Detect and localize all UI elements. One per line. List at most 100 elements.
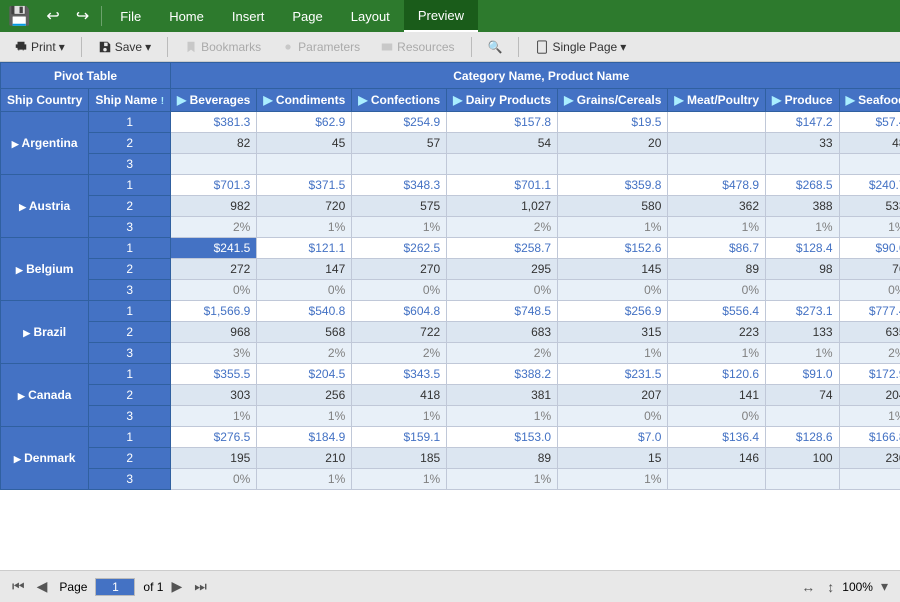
dairy-cell: 381 — [447, 385, 558, 406]
row-num-cell: 2 — [89, 259, 171, 280]
dairy-header: ▶ Dairy Products — [447, 89, 558, 112]
country-cell[interactable]: ▶ Canada — [1, 364, 89, 427]
produce-cell — [766, 280, 840, 301]
condiments-cell: 45 — [257, 133, 352, 154]
menu-layout[interactable]: Layout — [337, 0, 404, 32]
sort-icon: ! — [161, 96, 164, 107]
condiments-cell: $184.9 — [257, 427, 352, 448]
redo-icon[interactable]: ↪ — [68, 6, 97, 26]
expand-condiments[interactable]: ▶ — [263, 93, 272, 107]
row-num-cell: 1 — [89, 364, 171, 385]
confections-cell: 1% — [352, 469, 447, 490]
zoom-chevron[interactable]: ▾ — [877, 576, 892, 597]
meat-cell — [668, 112, 766, 133]
single-page-button[interactable]: Single Page ▾ — [527, 38, 634, 56]
page-input[interactable] — [95, 578, 135, 596]
beverages-header: ▶ Beverages — [171, 89, 257, 112]
expand-grains[interactable]: ▶ — [564, 93, 573, 107]
last-page-button[interactable]: ⏭ — [190, 576, 211, 597]
confections-header: ▶ Confections — [352, 89, 447, 112]
country-cell[interactable]: ▶ Argentina — [1, 112, 89, 175]
condiments-cell: $62.9 — [257, 112, 352, 133]
country-cell[interactable]: ▶ Belgium — [1, 238, 89, 301]
seafood-header: ▶ Seafood — [839, 89, 900, 112]
toolbar-sep-2 — [167, 37, 168, 57]
produce-cell — [766, 469, 840, 490]
seafood-cell: 2% — [839, 343, 900, 364]
row-num-cell: 1 — [89, 427, 171, 448]
parameters-button[interactable]: Parameters — [273, 38, 368, 56]
condiments-cell: 256 — [257, 385, 352, 406]
fit-height-button[interactable]: ↕ — [823, 577, 838, 597]
search-button[interactable]: 🔍 — [480, 38, 511, 56]
meat-cell: $556.4 — [668, 301, 766, 322]
meat-cell: 223 — [668, 322, 766, 343]
condiments-cell: 147 — [257, 259, 352, 280]
grains-cell: 15 — [558, 448, 668, 469]
expand-dairy[interactable]: ▶ — [453, 93, 462, 107]
grains-cell: 0% — [558, 406, 668, 427]
save-icon[interactable]: 💾 — [0, 6, 38, 27]
next-page-button[interactable]: ▶ — [167, 576, 186, 597]
expand-seafood[interactable]: ▶ — [846, 93, 855, 107]
grains-cell: 145 — [558, 259, 668, 280]
grains-cell: 1% — [558, 469, 668, 490]
condiments-cell: 720 — [257, 196, 352, 217]
beverages-cell — [171, 154, 257, 175]
dairy-cell: 54 — [447, 133, 558, 154]
produce-cell: $128.6 — [766, 427, 840, 448]
first-page-button[interactable]: ⏮ — [8, 576, 29, 597]
beverages-cell: $241.5 — [171, 238, 257, 259]
expand-confections[interactable]: ▶ — [358, 93, 367, 107]
beverages-cell: 0% — [171, 280, 257, 301]
confections-cell: 0% — [352, 280, 447, 301]
print-label: Print — [31, 40, 56, 54]
print-button[interactable]: Print ▾ — [6, 38, 73, 56]
meat-cell: 89 — [668, 259, 766, 280]
expand-produce[interactable]: ▶ — [772, 93, 781, 107]
row-num-cell: 2 — [89, 385, 171, 406]
table-container[interactable]: Pivot Table Category Name, Product Name … — [0, 62, 900, 570]
save-button[interactable]: Save ▾ — [90, 38, 159, 56]
condiments-cell: $540.8 — [257, 301, 352, 322]
undo-icon[interactable]: ↩ — [38, 6, 67, 26]
confections-cell: 2% — [352, 343, 447, 364]
meat-cell: $86.7 — [668, 238, 766, 259]
menu-file[interactable]: File — [106, 0, 155, 32]
produce-cell: $268.5 — [766, 175, 840, 196]
resources-button[interactable]: Resources — [372, 38, 462, 56]
prev-page-button[interactable]: ◀ — [33, 576, 52, 597]
secondary-toolbar: Print ▾ Save ▾ Bookmarks Parameters Reso… — [0, 32, 900, 62]
country-cell[interactable]: ▶ Brazil — [1, 301, 89, 364]
confections-cell: $262.5 — [352, 238, 447, 259]
single-page-label: Single Page — [552, 40, 617, 54]
expand-country-icon: ▶ — [12, 139, 19, 149]
menu-page[interactable]: Page — [278, 0, 336, 32]
meat-cell: 141 — [668, 385, 766, 406]
beverages-cell: 1% — [171, 406, 257, 427]
menu-insert[interactable]: Insert — [218, 0, 279, 32]
grains-cell: 580 — [558, 196, 668, 217]
seafood-cell: $172.9 — [839, 364, 900, 385]
grains-cell: $19.5 — [558, 112, 668, 133]
country-cell[interactable]: ▶ Austria — [1, 175, 89, 238]
resources-label: Resources — [397, 40, 454, 54]
expand-beverages[interactable]: ▶ — [177, 93, 186, 107]
produce-cell: 388 — [766, 196, 840, 217]
expand-country-icon: ▶ — [19, 202, 26, 212]
row-num-cell: 2 — [89, 322, 171, 343]
pivot-table-header: Pivot Table — [1, 63, 171, 89]
grains-header: ▶ Grains/Cereals — [558, 89, 668, 112]
bookmarks-button[interactable]: Bookmarks — [176, 38, 269, 56]
meat-cell: 146 — [668, 448, 766, 469]
menu-home[interactable]: Home — [155, 0, 218, 32]
seafood-cell: 533 — [839, 196, 900, 217]
row-num-cell: 2 — [89, 133, 171, 154]
menu-preview[interactable]: Preview — [404, 0, 478, 32]
grains-cell: $231.5 — [558, 364, 668, 385]
seafood-cell: 1% — [839, 217, 900, 238]
expand-meat[interactable]: ▶ — [674, 93, 683, 107]
country-cell[interactable]: ▶ Denmark — [1, 427, 89, 490]
seafood-cell — [839, 154, 900, 175]
fit-width-button[interactable]: ↔ — [797, 577, 819, 597]
